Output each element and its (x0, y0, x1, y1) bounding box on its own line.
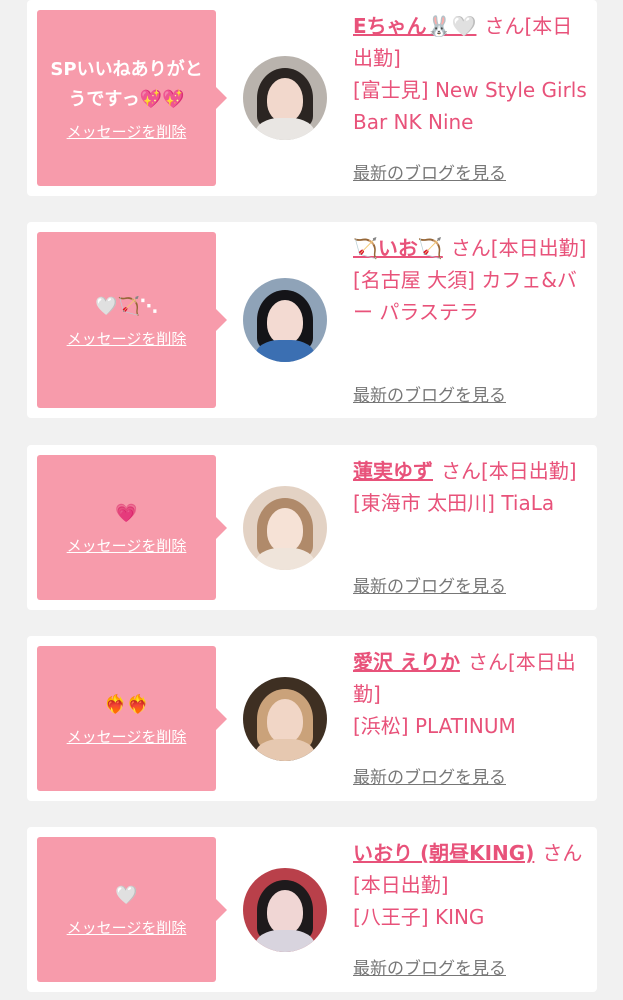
shop-info: [八王子] KING (353, 905, 485, 929)
avatar-face (267, 890, 303, 934)
message-bubble: SPいいねありがとうですっ💖💖 メッセージを削除 (37, 10, 227, 186)
cast-info: 🏹いお🏹 さん[本日出勤] [名古屋 大須] カフェ&バー パラステラ (353, 232, 589, 328)
latest-blog-link[interactable]: 最新のブログを見る (353, 763, 506, 788)
message-text: SPいいねありがとうですっ💖💖 (50, 58, 203, 110)
status-suffix: さん[本日出勤] (441, 459, 577, 483)
latest-blog-link[interactable]: 最新のブログを見る (353, 572, 506, 597)
delete-message-link[interactable]: メッセージを削除 (67, 917, 187, 938)
cast-info: いおり (朝昼KING) さん[本日出勤] [八王子] KING (353, 837, 589, 933)
message-bubble: 🤍🏹⋱ メッセージを削除 (37, 232, 227, 408)
cast-name-link[interactable]: Eちゃん🐰🤍 (353, 14, 476, 38)
cast-info: Eちゃん🐰🤍 さん[本日出勤] [富士見] New Style Girls Bar… (353, 10, 589, 138)
latest-blog-link[interactable]: 最新のブログを見る (353, 954, 506, 979)
message-text: 🤍 (115, 885, 138, 906)
notification-card: 🤍 メッセージを削除 いおり (朝昼KING) さん[本日出勤] [八王子] KI… (27, 827, 597, 992)
avatar[interactable] (243, 486, 327, 570)
latest-blog-link[interactable]: 最新のブログを見る (353, 159, 506, 184)
notification-card: 🤍🏹⋱ メッセージを削除 🏹いお🏹 さん[本日出勤] [名古屋 大須] カフェ&バ… (27, 222, 597, 418)
avatar-face (267, 699, 303, 743)
cast-name-link[interactable]: 愛沢 えりか (353, 650, 460, 674)
notification-card: ❤️‍🔥❤️‍🔥 メッセージを削除 愛沢 えりか さん[本日出勤] [浜松] PL… (27, 636, 597, 801)
avatar-body (255, 739, 315, 761)
avatar[interactable] (243, 677, 327, 761)
cast-name-link[interactable]: いおり (朝昼KING) (353, 841, 534, 865)
avatar-face (267, 78, 303, 122)
shop-info: [富士見] New Style Girls Bar NK Nine (353, 78, 587, 134)
delete-message-link[interactable]: メッセージを削除 (67, 328, 187, 349)
message-text: 💗 (115, 503, 138, 524)
message-bubble: 💗 メッセージを削除 (37, 455, 227, 600)
delete-message-link[interactable]: メッセージを削除 (67, 535, 187, 556)
avatar-body (255, 118, 315, 140)
shop-info: [名古屋 大須] カフェ&バー パラステラ (353, 268, 577, 324)
avatar-body (255, 340, 315, 362)
cast-name-link[interactable]: 蓮実ゆず (353, 459, 433, 483)
avatar-body (255, 930, 315, 952)
shop-info: [東海市 太田川] TiaLa (353, 491, 555, 515)
avatar-face (267, 508, 303, 552)
delete-message-link[interactable]: メッセージを削除 (67, 121, 187, 142)
notification-card: 💗 メッセージを削除 蓮実ゆず さん[本日出勤] [東海市 太田川] TiaLa … (27, 445, 597, 610)
avatar[interactable] (243, 56, 327, 140)
message-bubble: 🤍 メッセージを削除 (37, 837, 227, 982)
message-bubble: ❤️‍🔥❤️‍🔥 メッセージを削除 (37, 646, 227, 791)
message-text: 🤍🏹⋱ (95, 295, 158, 317)
shop-info: [浜松] PLATINUM (353, 714, 516, 738)
cast-info: 蓮実ゆず さん[本日出勤] [東海市 太田川] TiaLa (353, 455, 589, 519)
delete-message-link[interactable]: メッセージを削除 (67, 726, 187, 747)
cast-name-link[interactable]: 🏹いお🏹 (353, 236, 443, 260)
latest-blog-link[interactable]: 最新のブログを見る (353, 381, 506, 406)
cast-info: 愛沢 えりか さん[本日出勤] [浜松] PLATINUM (353, 646, 589, 742)
notification-card: SPいいねありがとうですっ💖💖 メッセージを削除 Eちゃん🐰🤍 さん[本日出勤] … (27, 0, 597, 196)
avatar[interactable] (243, 278, 327, 362)
avatar[interactable] (243, 868, 327, 952)
avatar-face (267, 300, 303, 344)
avatar-body (255, 548, 315, 570)
message-text: ❤️‍🔥❤️‍🔥 (104, 694, 149, 715)
status-suffix: さん[本日出勤] (450, 236, 587, 260)
